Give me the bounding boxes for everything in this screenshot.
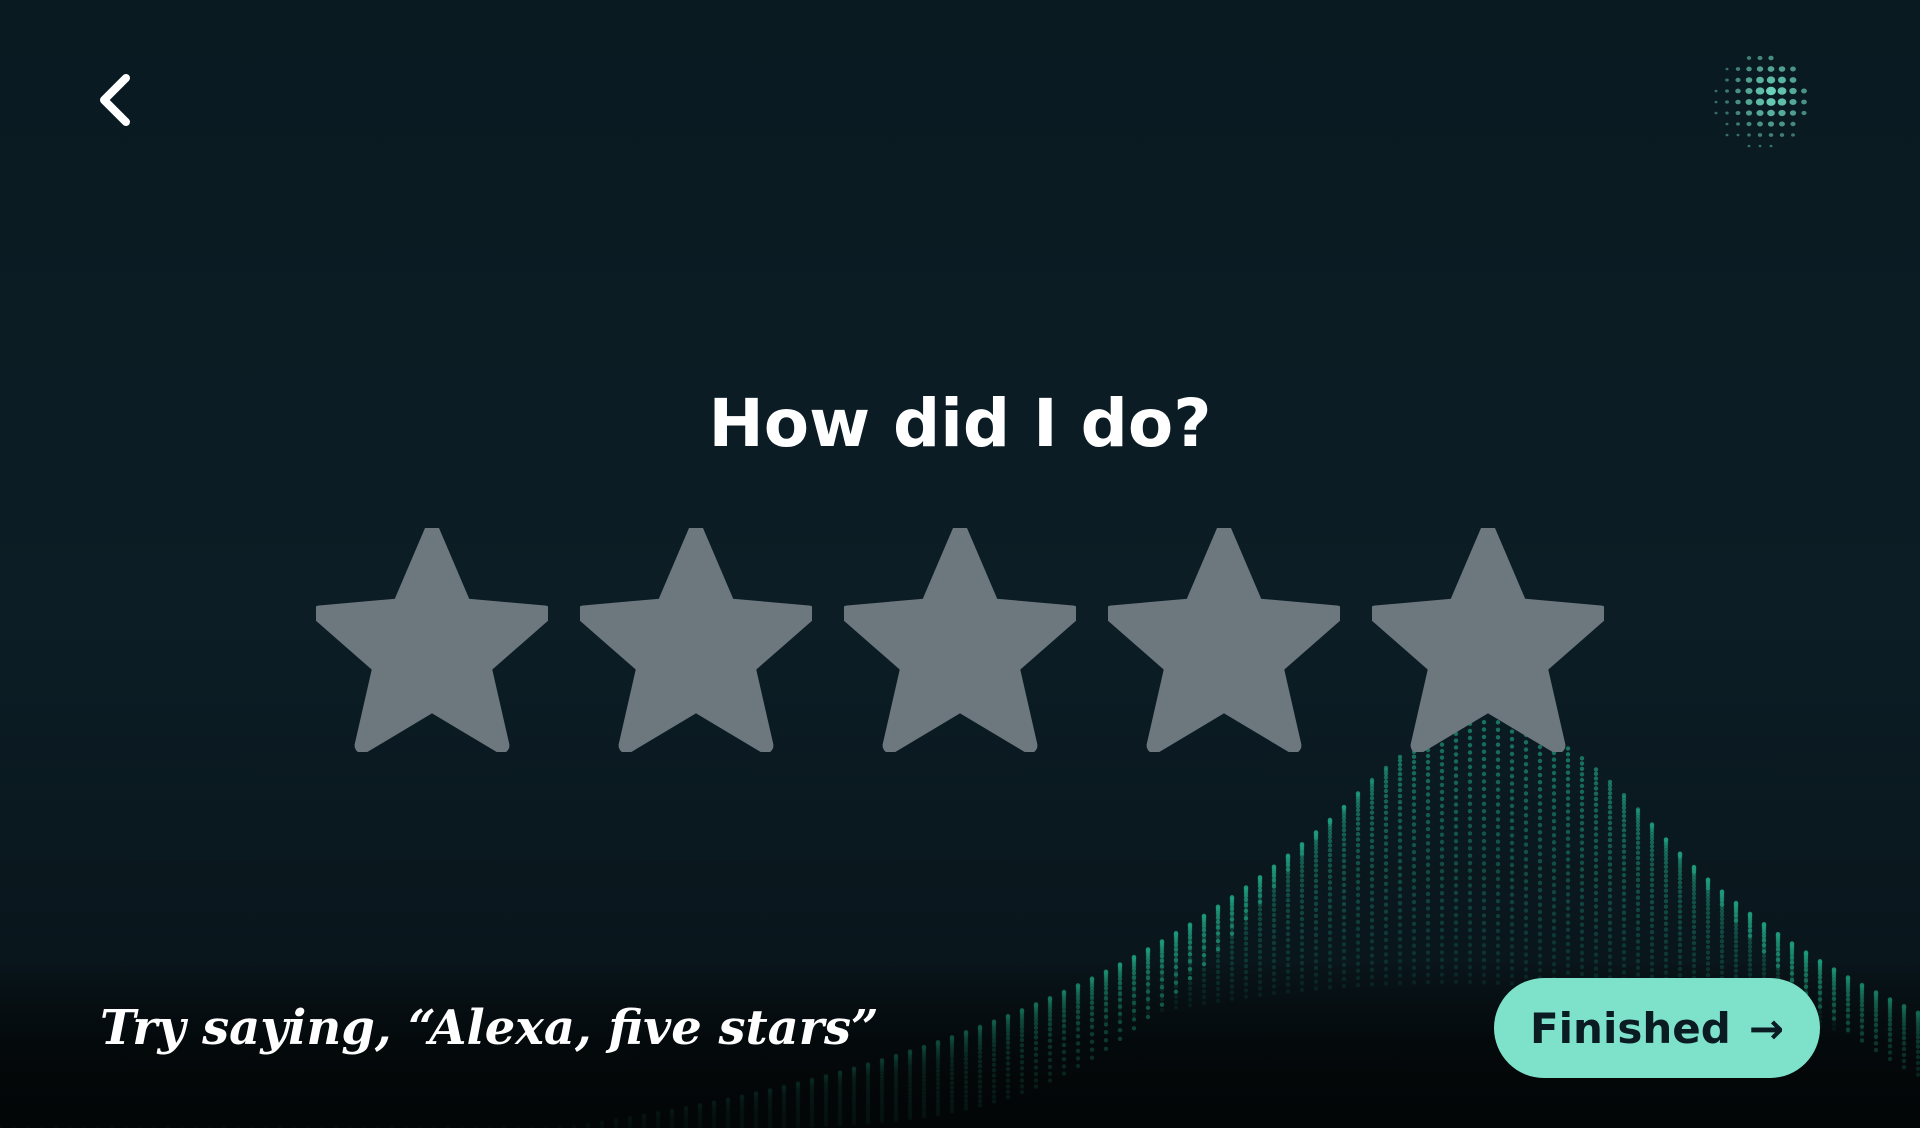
star-icon xyxy=(844,528,1076,752)
arrow-right-icon: → xyxy=(1748,1003,1785,1053)
star-5-button[interactable] xyxy=(1372,528,1604,752)
page-title: How did I do? xyxy=(708,385,1212,462)
star-icon xyxy=(316,528,548,752)
star-4-button[interactable] xyxy=(1108,528,1340,752)
rating-screen: How did I do? Try saying, “Alexa, five s… xyxy=(0,0,1920,1128)
voice-hint: Try saying, “Alexa, five stars” xyxy=(100,1000,879,1056)
star-icon xyxy=(1372,528,1604,752)
back-button[interactable] xyxy=(90,68,146,132)
star-rating xyxy=(0,528,1920,754)
star-icon xyxy=(580,528,812,752)
star-2-button[interactable] xyxy=(580,528,812,752)
star-1-button[interactable] xyxy=(316,528,548,752)
finished-button[interactable]: Finished → xyxy=(1494,978,1820,1078)
star-3-button[interactable] xyxy=(844,528,1076,752)
chevron-left-icon xyxy=(100,74,130,126)
finished-label: Finished xyxy=(1529,1003,1731,1053)
alexa-orb-icon xyxy=(1714,55,1807,148)
star-icon xyxy=(1108,528,1340,752)
